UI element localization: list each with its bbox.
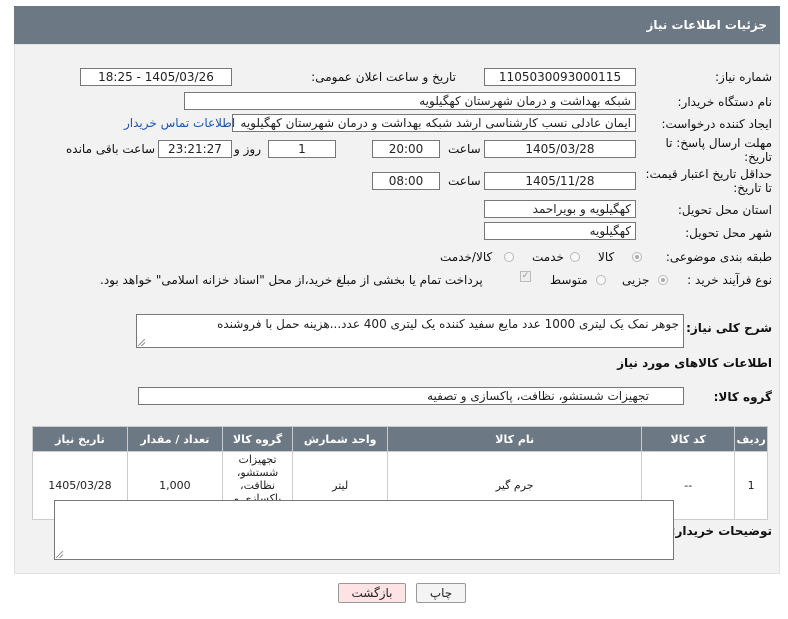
resize-grip-icon[interactable] bbox=[56, 551, 63, 558]
table-header-name: نام کالا bbox=[387, 426, 643, 452]
requester-field[interactable]: ایمان عادلی نسب کارشناسی ارشد شبکه بهداش… bbox=[232, 114, 636, 132]
category-radio-goods[interactable] bbox=[632, 252, 642, 262]
description-textarea[interactable]: جوهر نمک یک لیتری 1000 عدد مایع سفید کنن… bbox=[136, 314, 684, 348]
remaining-time-label: ساعت باقی مانده bbox=[66, 142, 156, 156]
page-title: جزئیات اطلاعات نیاز bbox=[646, 18, 767, 32]
table-header-index: ردیف bbox=[734, 426, 768, 452]
category-option-goods: کالا bbox=[598, 250, 615, 264]
back-button[interactable]: بازگشت bbox=[338, 583, 406, 603]
delivery-province-label: استان محل تحویل: bbox=[677, 203, 772, 217]
buyer-notes-textarea[interactable] bbox=[54, 500, 674, 560]
print-button[interactable]: چاپ bbox=[416, 583, 466, 603]
price-validity-time-label: ساعت bbox=[448, 174, 481, 188]
category-label: طبقه بندی موضوعی: bbox=[665, 250, 772, 264]
delivery-city-field[interactable]: کهگیلویه bbox=[484, 222, 636, 240]
buyer-org-label: نام دستگاه خریدار: bbox=[677, 95, 773, 109]
table-header-group: گروه کالا bbox=[221, 426, 294, 452]
category-radio-service[interactable] bbox=[570, 252, 580, 262]
reply-days-label: روز و bbox=[234, 142, 261, 156]
process-radio-minor[interactable] bbox=[658, 275, 668, 285]
remaining-time-field[interactable]: 23:21:27 bbox=[158, 140, 232, 158]
category-radio-goods-service[interactable] bbox=[504, 252, 514, 262]
reply-deadline-label: مهلت ارسال پاسخ: تا bbox=[665, 136, 772, 150]
process-option-minor: جزیی bbox=[622, 273, 650, 287]
table-header-code: کد کالا bbox=[641, 426, 736, 452]
category-option-service: خدمت bbox=[532, 250, 564, 264]
buyer-notes-label: توضیحات خریدار: bbox=[670, 524, 772, 538]
delivery-province-field[interactable]: کهگیلویه و بویراحمد bbox=[484, 200, 636, 218]
category-option-goods-service: کالا/خدمت bbox=[440, 250, 493, 264]
process-radio-medium[interactable] bbox=[596, 275, 606, 285]
price-validity-date-field[interactable]: 1405/11/28 bbox=[484, 172, 636, 190]
need-number-field[interactable]: 1105030093000115 bbox=[484, 68, 636, 86]
table-header-row: ردیف کد کالا نام کالا واحد شمارش گروه کا… bbox=[32, 426, 768, 452]
goods-group-text: تجهیزات شستشو، نظافت، پاکسازی و تصفیه bbox=[427, 389, 649, 403]
goods-section-title: اطلاعات کالاهای مورد نیاز bbox=[617, 356, 772, 370]
process-type-label: نوع فرآیند خرید : bbox=[687, 273, 772, 287]
goods-group-label: گروه کالا: bbox=[713, 390, 772, 404]
reply-days-field[interactable]: 1 bbox=[268, 140, 336, 158]
announce-datetime-label: تاریخ و ساعت اعلان عمومی: bbox=[311, 70, 456, 84]
price-validity-time-field[interactable]: 08:00 bbox=[372, 172, 440, 190]
reply-deadline-date-field[interactable]: 1405/03/28 bbox=[484, 140, 636, 158]
reply-deadline-time-label: ساعت bbox=[448, 142, 481, 156]
table-header-qty: تعداد / مقدار bbox=[126, 426, 223, 452]
page-header: جزئیات اطلاعات نیاز bbox=[14, 6, 780, 44]
process-option-medium: متوسط bbox=[550, 273, 588, 287]
reply-deadline-label-2: تاریخ: bbox=[744, 150, 772, 164]
requester-label: ایجاد کننده درخواست: bbox=[661, 117, 772, 131]
buyer-contact-link[interactable]: اطلاعات تماس خریدار bbox=[124, 116, 235, 130]
resize-grip-icon[interactable] bbox=[138, 339, 145, 346]
reply-deadline-time-field[interactable]: 20:00 bbox=[372, 140, 440, 158]
description-label: شرح کلی نیاز: bbox=[686, 321, 772, 335]
goods-group-field[interactable]: تجهیزات شستشو، نظافت، پاکسازی و تصفیه bbox=[138, 387, 684, 405]
payment-note: پرداخت تمام یا بخشی از مبلغ خرید،از محل … bbox=[100, 273, 483, 287]
delivery-city-label: شهر محل تحویل: bbox=[685, 226, 772, 240]
need-number-label: شماره نیاز: bbox=[715, 70, 772, 84]
announce-datetime-field[interactable]: 1405/03/26 - 18:25 bbox=[80, 68, 232, 86]
price-validity-label: حداقل تاریخ اعتبار قیمت: bbox=[645, 167, 772, 181]
description-text: جوهر نمک یک لیتری 1000 عدد مایع سفید کنن… bbox=[217, 317, 679, 331]
price-validity-label-2: تا تاریخ: bbox=[733, 181, 772, 195]
table-header-date: تاریخ نیاز bbox=[32, 426, 128, 452]
row-index: 1 bbox=[734, 451, 768, 520]
treasury-checkbox[interactable]: ✓ bbox=[520, 271, 531, 282]
table-header-unit: واحد شمارش bbox=[292, 426, 389, 452]
buyer-org-field[interactable]: شبکه بهداشت و درمان شهرستان کهگیلویه bbox=[184, 92, 636, 110]
